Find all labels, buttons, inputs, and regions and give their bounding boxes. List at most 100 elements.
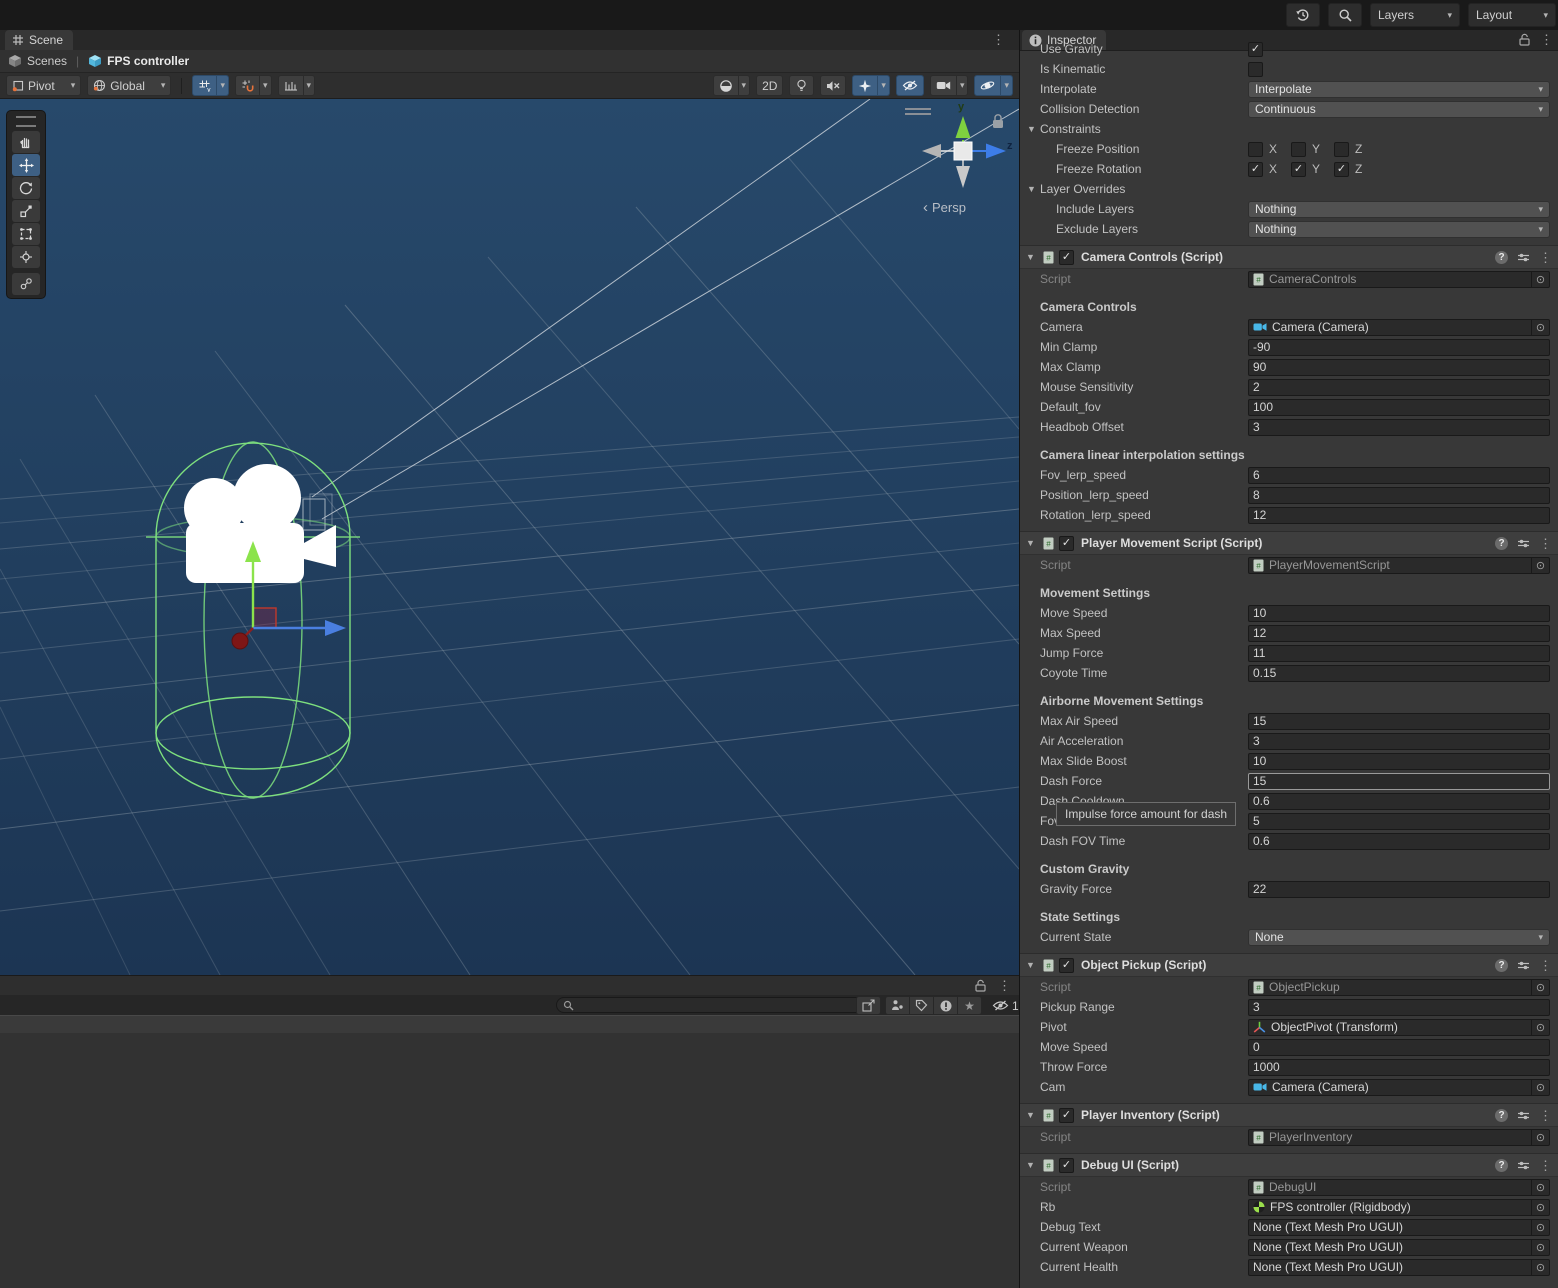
object-field-script[interactable]: #CameraControls⊙ — [1248, 271, 1550, 288]
object-picker-icon[interactable]: ⊙ — [1531, 1130, 1549, 1145]
foldout-arrow-icon[interactable]: ▼ — [1026, 538, 1038, 548]
gizmos-dropdown[interactable]: ▾ — [1001, 75, 1013, 96]
axis-checkbox-y[interactable]: ✓ — [1291, 162, 1306, 177]
orientation-gizmo[interactable]: y z ‹ Persp — [905, 104, 1017, 224]
foldout-arrow-icon[interactable]: ▼ — [1027, 184, 1039, 194]
input-max-air-speed[interactable]: 15 — [1248, 713, 1550, 730]
dropdown-include-layers[interactable]: Nothing▾ — [1248, 201, 1550, 218]
object-picker-icon[interactable]: ⊙ — [1531, 558, 1549, 573]
axis-checkbox-z[interactable]: ✓ — [1334, 162, 1349, 177]
foldout-arrow-icon[interactable]: ▼ — [1026, 1160, 1038, 1170]
filter-label-button[interactable] — [910, 996, 934, 1015]
object-picker-icon[interactable]: ⊙ — [1531, 1200, 1549, 1215]
object-field-debug-text[interactable]: None (Text Mesh Pro UGUI)⊙ — [1248, 1219, 1550, 1236]
input-dash-fov-time[interactable]: 0.6 — [1248, 833, 1550, 850]
foldout-arrow-icon[interactable]: ▼ — [1026, 1110, 1038, 1120]
checkbox-use-gravity[interactable]: ✓ — [1248, 42, 1263, 57]
component-header-player-inventory-script[interactable]: ▼#✓Player Inventory (Script)?⋮ — [1020, 1103, 1558, 1127]
component-header-debug-ui-script[interactable]: ▼#✓Debug UI (Script)?⋮ — [1020, 1153, 1558, 1177]
component-menu-icon[interactable]: ⋮ — [1539, 1109, 1552, 1122]
rect-tool-button[interactable] — [12, 223, 40, 245]
component-enabled-checkbox[interactable]: ✓ — [1059, 1108, 1074, 1123]
breadcrumb-scenes[interactable]: Scenes — [8, 54, 67, 68]
search-field[interactable] — [556, 997, 866, 1013]
component-enabled-checkbox[interactable]: ✓ — [1059, 1158, 1074, 1173]
draw-mode-dropdown[interactable]: ▾ — [739, 75, 751, 96]
object-field-current-weapon[interactable]: None (Text Mesh Pro UGUI)⊙ — [1248, 1239, 1550, 1256]
input-dash-cooldown[interactable]: 0.6 — [1248, 793, 1550, 810]
help-icon[interactable]: ? — [1495, 251, 1508, 264]
object-field-cam[interactable]: Camera (Camera)⊙ — [1248, 1079, 1550, 1096]
y-axis-cone[interactable] — [956, 116, 971, 138]
orientation-gizmo-axes[interactable] — [905, 104, 1017, 200]
gizmo-center-cube[interactable] — [954, 142, 972, 160]
checkbox-is-kinematic[interactable] — [1248, 62, 1263, 77]
grid-snapping-button[interactable] — [235, 75, 260, 96]
input-min-clamp[interactable]: -90 — [1248, 339, 1550, 356]
grid-visibility-button[interactable]: y — [192, 75, 217, 96]
component-menu-icon[interactable]: ⋮ — [1539, 251, 1552, 264]
overlay-drag-handle[interactable] — [16, 116, 36, 127]
component-menu-icon[interactable]: ⋮ — [1539, 959, 1552, 972]
dropdown-current-state[interactable]: None▾ — [1248, 929, 1550, 946]
help-icon[interactable]: ? — [1495, 537, 1508, 550]
object-picker-icon[interactable]: ⊙ — [1531, 1220, 1549, 1235]
object-field-rb[interactable]: FPS controller (Rigidbody)⊙ — [1248, 1199, 1550, 1216]
axis-checkbox-x[interactable] — [1248, 142, 1263, 157]
input-rotation-lerp-speed[interactable]: 12 — [1248, 507, 1550, 524]
scale-tool-button[interactable] — [12, 200, 40, 222]
help-icon[interactable]: ? — [1495, 1109, 1508, 1122]
input-headbob-offset[interactable]: 3 — [1248, 419, 1550, 436]
object-picker-icon[interactable]: ⊙ — [1531, 1180, 1549, 1195]
axis-checkbox-x[interactable]: ✓ — [1248, 162, 1263, 177]
camera-gizmo-icon[interactable] — [184, 464, 336, 583]
presets-icon[interactable] — [1517, 1110, 1530, 1121]
global-mode-dropdown[interactable]: Global ▾ — [87, 75, 171, 96]
component-header-player-movement-script-script[interactable]: ▼#✓Player Movement Script (Script)?⋮ — [1020, 531, 1558, 555]
unlock-icon[interactable] — [975, 979, 986, 992]
foldout-arrow-icon[interactable]: ▼ — [1026, 960, 1038, 970]
input-default-fov[interactable]: 100 — [1248, 399, 1550, 416]
input-position-lerp-speed[interactable]: 8 — [1248, 487, 1550, 504]
layout-dropdown[interactable]: Layout ▾ — [1468, 3, 1556, 27]
input-move-speed[interactable]: 10 — [1248, 605, 1550, 622]
component-enabled-checkbox[interactable]: ✓ — [1059, 250, 1074, 265]
search-input[interactable] — [578, 998, 832, 1012]
input-fov-offset[interactable]: 5 — [1248, 813, 1550, 830]
rotate-tool-button[interactable] — [12, 177, 40, 199]
component-header-camera-controls-script[interactable]: ▼#✓Camera Controls (Script)?⋮ — [1020, 245, 1558, 269]
object-field-pivot[interactable]: ObjectPivot (Transform)⊙ — [1248, 1019, 1550, 1036]
scene-effects-dropdown[interactable]: ▾ — [878, 75, 890, 96]
input-max-speed[interactable]: 12 — [1248, 625, 1550, 642]
dropdown-collision-detection[interactable]: Continuous▾ — [1248, 101, 1550, 118]
breadcrumb-current[interactable]: FPS controller — [88, 54, 189, 68]
scene-visibility-button[interactable] — [896, 75, 924, 96]
filter-favorites-button[interactable]: ★ — [958, 996, 982, 1015]
z-axis-cone[interactable] — [986, 144, 1006, 159]
projection-mode-label[interactable]: ‹ Persp — [923, 200, 966, 215]
x-axis-cone[interactable] — [922, 144, 941, 158]
object-picker-icon[interactable]: ⊙ — [1531, 1080, 1549, 1095]
bottom-panel-menu-icon[interactable]: ⋮ — [998, 979, 1011, 992]
scene-camera-button[interactable] — [930, 75, 957, 96]
object-field-camera[interactable]: Camera (Camera)⊙ — [1248, 319, 1550, 336]
down-axis-cone[interactable] — [956, 166, 970, 188]
scene-viewport[interactable]: y z ‹ Persp — [0, 99, 1019, 975]
object-picker-icon[interactable]: ⊙ — [1531, 1020, 1549, 1035]
grid-visibility-dropdown[interactable]: ▾ — [217, 75, 229, 96]
help-icon[interactable]: ? — [1495, 959, 1508, 972]
input-max-slide-boost[interactable]: 10 — [1248, 753, 1550, 770]
object-picker-icon[interactable]: ⊙ — [1531, 272, 1549, 287]
object-picker-icon[interactable]: ⊙ — [1531, 1240, 1549, 1255]
object-field-script[interactable]: #ObjectPickup⊙ — [1248, 979, 1550, 996]
foldout-arrow-icon[interactable]: ▼ — [1026, 252, 1038, 262]
input-jump-force[interactable]: 11 — [1248, 645, 1550, 662]
scene-audio-button[interactable] — [820, 75, 846, 96]
axis-checkbox-z[interactable] — [1334, 142, 1349, 157]
draw-mode-button[interactable] — [713, 75, 739, 96]
input-dash-force[interactable]: 15 — [1248, 773, 1550, 790]
dropdown-interpolate[interactable]: Interpolate▾ — [1248, 81, 1550, 98]
component-enabled-checkbox[interactable]: ✓ — [1059, 958, 1074, 973]
search-button[interactable] — [1328, 3, 1362, 27]
axis-checkbox-y[interactable] — [1291, 142, 1306, 157]
